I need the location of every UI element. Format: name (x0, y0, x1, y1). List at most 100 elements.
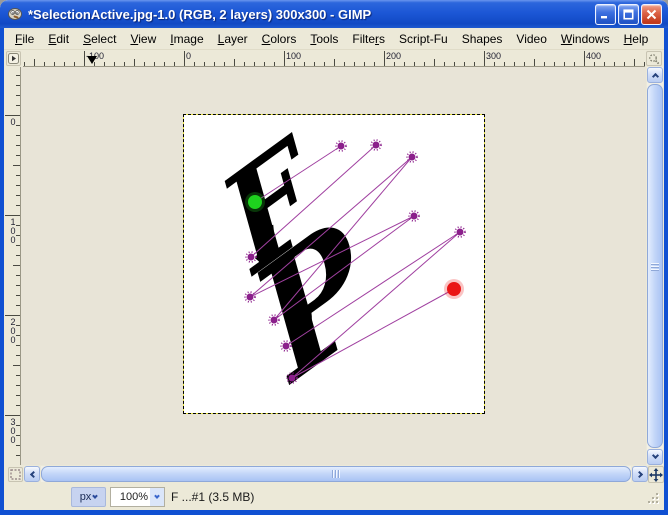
resize-grip[interactable] (648, 493, 661, 506)
gimp-window: *SelectionActive.jpg-1.0 (RGB, 2 layers)… (0, 0, 668, 515)
ruler-tick (534, 59, 535, 66)
ruler-tick (434, 59, 435, 66)
quick-mask-toggle-button[interactable] (8, 467, 23, 482)
ruler-tick (16, 385, 20, 386)
ruler-tick (544, 62, 545, 66)
menu-shapes[interactable]: Shapes (455, 30, 510, 48)
ruler-tick (394, 62, 395, 66)
menu-windows[interactable]: Windows (554, 30, 617, 48)
ruler-tick (16, 195, 20, 196)
ruler-tick (404, 62, 405, 66)
menu-select[interactable]: Select (76, 30, 123, 48)
ruler-tick (124, 62, 125, 66)
ruler-tick (16, 145, 20, 146)
vertical-ruler[interactable]: 0 100 200 300 (5, 67, 21, 465)
menu-video[interactable]: Video (509, 30, 553, 48)
ruler-tick (254, 62, 255, 66)
ruler-tick (16, 305, 20, 306)
menu-view[interactable]: View (123, 30, 163, 48)
maximize-icon (623, 9, 634, 20)
ruler-tick (5, 315, 20, 316)
chevron-right-icon (635, 470, 643, 478)
maximize-button[interactable] (618, 4, 639, 25)
ruler-label: 200 (8, 317, 18, 344)
ruler-tick (464, 62, 465, 66)
ruler-tick (194, 62, 195, 66)
unit-value: px (79, 491, 92, 503)
menu-file[interactable]: File (8, 30, 41, 48)
ruler-tick (16, 395, 20, 396)
ruler-tick (104, 62, 105, 66)
ruler-tick (454, 62, 455, 66)
canvas-viewport[interactable]: FP,, (21, 67, 646, 465)
ruler-tick (274, 62, 275, 66)
menu-layer[interactable]: Layer (211, 30, 255, 48)
ruler-tick (634, 59, 635, 66)
thumb-grip (651, 261, 659, 271)
menu-colors[interactable]: Colors (255, 30, 304, 48)
zoom-fit-toggle-button[interactable] (646, 51, 662, 66)
thumb-grip (331, 470, 341, 478)
horizontal-ruler[interactable]: -100 0 100 200 300 400 (23, 51, 645, 67)
scroll-left-button[interactable] (24, 466, 40, 482)
image-window-content: -1000100200300400 0100200300 FP,, (4, 50, 664, 510)
zoom-select[interactable]: 100% (110, 487, 165, 507)
quick-mask-icon (10, 469, 21, 480)
ruler-tick (16, 285, 20, 286)
ruler-tick (334, 59, 335, 66)
vertical-scrollbar-thumb[interactable] (647, 84, 663, 448)
ruler-tick (314, 62, 315, 66)
ruler-tick (184, 51, 185, 66)
ruler-tick (54, 62, 55, 66)
ruler-tick (354, 62, 355, 66)
menu-filters[interactable]: Filters (345, 30, 392, 48)
minimize-icon (601, 16, 607, 19)
titlebar[interactable]: *SelectionActive.jpg-1.0 (RGB, 2 layers)… (0, 0, 668, 28)
ruler-label: 300 (8, 417, 18, 444)
navigation-pan-button[interactable] (648, 466, 664, 483)
ruler-tick (24, 62, 25, 66)
ruler-label: 100 (286, 51, 302, 61)
ruler-tick (564, 62, 565, 66)
magnifier-icon (649, 53, 660, 64)
canvas-image[interactable]: FP,, (184, 108, 484, 418)
menu-edit[interactable]: Edit (41, 30, 76, 48)
ruler-tick (284, 51, 285, 66)
menu-tools[interactable]: Tools (303, 30, 345, 48)
canvas-menu-button[interactable] (6, 51, 21, 66)
ruler-tick (5, 115, 20, 116)
ruler-tick (504, 62, 505, 66)
menu-help[interactable]: Help (617, 30, 656, 48)
ruler-tick (584, 51, 585, 66)
pointer-position-marker (87, 56, 97, 64)
ruler-tick (214, 62, 215, 66)
vertical-scrollbar[interactable] (647, 67, 663, 465)
ruler-tick (13, 365, 20, 366)
menu-arrow-icon (8, 53, 19, 64)
ruler-tick (224, 62, 225, 66)
unit-select[interactable]: px (71, 487, 106, 507)
ruler-tick (324, 62, 325, 66)
ruler-label: 200 (386, 51, 402, 61)
horizontal-scrollbar[interactable] (41, 466, 631, 482)
ruler-tick (484, 51, 485, 66)
ruler-tick (16, 355, 20, 356)
ruler-tick (234, 59, 235, 66)
menu-image[interactable]: Image (163, 30, 210, 48)
ruler-tick (16, 95, 20, 96)
zoom-dropdown-button[interactable] (150, 488, 164, 506)
zoom-value: 100% (119, 491, 148, 503)
ruler-label: 0 (8, 117, 18, 126)
ruler-tick (34, 59, 35, 66)
scroll-down-button[interactable] (647, 449, 663, 465)
minimize-button[interactable] (595, 4, 616, 25)
ruler-tick (5, 215, 20, 216)
scroll-up-button[interactable] (647, 67, 663, 83)
chevron-down-icon (154, 492, 160, 499)
menu-script-fu[interactable]: Script-Fu (392, 30, 455, 48)
horizontal-scrollbar-thumb[interactable] (41, 466, 631, 482)
scroll-right-button[interactable] (632, 466, 648, 482)
chevron-left-icon (29, 470, 37, 478)
ruler-tick (524, 62, 525, 66)
close-button[interactable] (641, 4, 662, 25)
